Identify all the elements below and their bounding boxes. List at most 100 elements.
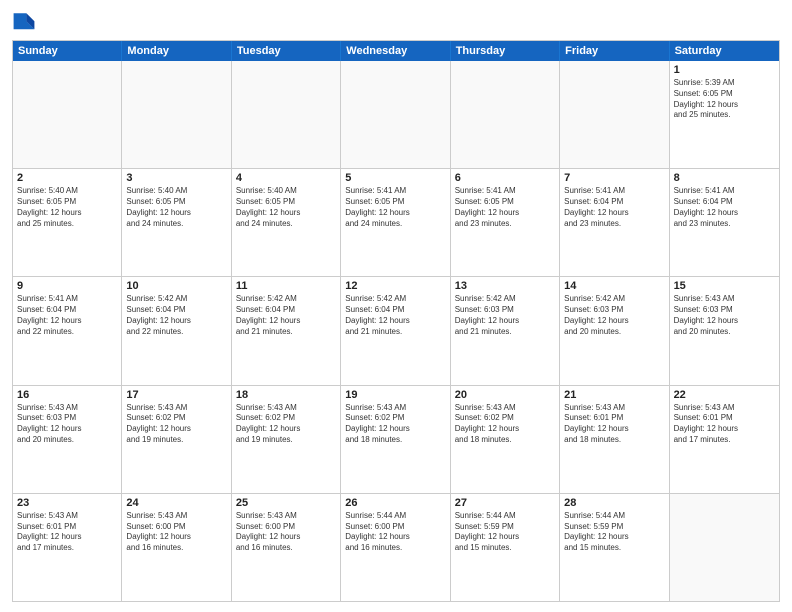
day-number: 26 [345, 497, 445, 509]
calendar-cell: 10Sunrise: 5:42 AM Sunset: 6:04 PM Dayli… [122, 277, 231, 384]
day-info: Sunrise: 5:44 AM Sunset: 5:59 PM Dayligh… [455, 511, 555, 554]
day-number: 18 [236, 389, 336, 401]
calendar-cell: 25 Sunrise: 5:43 AM Sunset: 6:00 PM Dayli… [232, 494, 341, 601]
calendar-cell [122, 61, 231, 168]
day-number: 2 [17, 172, 117, 184]
calendar-row: 1Sunrise: 5:39 AM Sunset: 6:05 PM Daylig… [13, 61, 779, 168]
day-info: Sunrise: 5:41 AM Sunset: 6:04 PM Dayligh… [17, 294, 117, 337]
day-number: 11 [236, 280, 336, 292]
day-number: 12 [345, 280, 445, 292]
day-info: Sunrise: 5:43 AM Sunset: 6:02 PM Dayligh… [236, 403, 336, 446]
day-number: 7 [564, 172, 664, 184]
day-number: 14 [564, 280, 664, 292]
day-info: Sunrise: 5:43 AM Sunset: 6:02 PM Dayligh… [345, 403, 445, 446]
calendar-cell: 21Sunrise: 5:43 AM Sunset: 6:01 PM Dayli… [560, 386, 669, 493]
day-number: 9 [17, 280, 117, 292]
day-number: 10 [126, 280, 226, 292]
day-number: 20 [455, 389, 555, 401]
calendar-cell: 24 Sunrise: 5:43 AM Sunset: 6:00 PM Dayli… [122, 494, 231, 601]
calendar-cell: 1Sunrise: 5:39 AM Sunset: 6:05 PM Daylig… [670, 61, 779, 168]
calendar-cell: 26 Sunrise: 5:44 AM Sunset: 6:00 PM Dayli… [341, 494, 450, 601]
day-number: 22 [674, 389, 775, 401]
day-info: Sunrise: 5:44 AM Sunset: 6:00 PM Dayligh… [345, 511, 445, 554]
calendar-cell: 22 Sunrise: 5:43 AM Sunset: 6:01 PM Dayli… [670, 386, 779, 493]
calendar-row: 16 Sunrise: 5:43 AM Sunset: 6:03 PM Dayli… [13, 385, 779, 493]
weekday-header: Wednesday [341, 41, 450, 61]
day-info: Sunrise: 5:42 AM Sunset: 6:03 PM Dayligh… [564, 294, 664, 337]
calendar-cell: 16 Sunrise: 5:43 AM Sunset: 6:03 PM Dayli… [13, 386, 122, 493]
calendar-cell: 13 Sunrise: 5:42 AM Sunset: 6:03 PM Dayli… [451, 277, 560, 384]
day-info: Sunrise: 5:43 AM Sunset: 6:00 PM Dayligh… [236, 511, 336, 554]
calendar-cell: 14 Sunrise: 5:42 AM Sunset: 6:03 PM Dayli… [560, 277, 669, 384]
calendar-body: 1Sunrise: 5:39 AM Sunset: 6:05 PM Daylig… [13, 61, 779, 601]
calendar-cell: 11 Sunrise: 5:42 AM Sunset: 6:04 PM Dayli… [232, 277, 341, 384]
day-number: 4 [236, 172, 336, 184]
day-info: Sunrise: 5:42 AM Sunset: 6:03 PM Dayligh… [455, 294, 555, 337]
weekday-header: Tuesday [232, 41, 341, 61]
logo-icon [12, 10, 36, 34]
day-number: 19 [345, 389, 445, 401]
calendar-cell: 8 Sunrise: 5:41 AM Sunset: 6:04 PM Daylig… [670, 169, 779, 276]
day-info: Sunrise: 5:41 AM Sunset: 6:05 PM Dayligh… [345, 186, 445, 229]
day-info: Sunrise: 5:41 AM Sunset: 6:04 PM Dayligh… [674, 186, 775, 229]
calendar-cell: 27Sunrise: 5:44 AM Sunset: 5:59 PM Dayli… [451, 494, 560, 601]
day-number: 16 [17, 389, 117, 401]
calendar-cell: 15Sunrise: 5:43 AM Sunset: 6:03 PM Dayli… [670, 277, 779, 384]
weekday-header: Thursday [451, 41, 560, 61]
calendar-cell [13, 61, 122, 168]
calendar-cell: 5 Sunrise: 5:41 AM Sunset: 6:05 PM Daylig… [341, 169, 450, 276]
calendar-cell: 7 Sunrise: 5:41 AM Sunset: 6:04 PM Daylig… [560, 169, 669, 276]
day-info: Sunrise: 5:42 AM Sunset: 6:04 PM Dayligh… [345, 294, 445, 337]
day-info: Sunrise: 5:40 AM Sunset: 6:05 PM Dayligh… [126, 186, 226, 229]
calendar-cell [670, 494, 779, 601]
calendar-cell: 19 Sunrise: 5:43 AM Sunset: 6:02 PM Dayli… [341, 386, 450, 493]
day-info: Sunrise: 5:43 AM Sunset: 6:01 PM Dayligh… [674, 403, 775, 446]
day-number: 17 [126, 389, 226, 401]
calendar-cell: 3 Sunrise: 5:40 AM Sunset: 6:05 PM Daylig… [122, 169, 231, 276]
calendar-row: 23 Sunrise: 5:43 AM Sunset: 6:01 PM Dayli… [13, 493, 779, 601]
page: SundayMondayTuesdayWednesdayThursdayFrid… [0, 0, 792, 612]
day-number: 24 [126, 497, 226, 509]
day-info: Sunrise: 5:43 AM Sunset: 6:01 PM Dayligh… [17, 511, 117, 554]
logo [12, 10, 40, 34]
day-info: Sunrise: 5:41 AM Sunset: 6:05 PM Dayligh… [455, 186, 555, 229]
day-info: Sunrise: 5:41 AM Sunset: 6:04 PM Dayligh… [564, 186, 664, 229]
day-number: 6 [455, 172, 555, 184]
calendar-cell: 23 Sunrise: 5:43 AM Sunset: 6:01 PM Dayli… [13, 494, 122, 601]
day-info: Sunrise: 5:39 AM Sunset: 6:05 PM Dayligh… [674, 78, 775, 121]
calendar-cell [560, 61, 669, 168]
calendar-cell [451, 61, 560, 168]
calendar-cell [341, 61, 450, 168]
day-info: Sunrise: 5:40 AM Sunset: 6:05 PM Dayligh… [17, 186, 117, 229]
day-info: Sunrise: 5:43 AM Sunset: 6:00 PM Dayligh… [126, 511, 226, 554]
day-info: Sunrise: 5:43 AM Sunset: 6:03 PM Dayligh… [17, 403, 117, 446]
day-info: Sunrise: 5:40 AM Sunset: 6:05 PM Dayligh… [236, 186, 336, 229]
weekday-header: Friday [560, 41, 669, 61]
header [12, 10, 780, 34]
day-number: 8 [674, 172, 775, 184]
day-number: 23 [17, 497, 117, 509]
calendar-cell: 18 Sunrise: 5:43 AM Sunset: 6:02 PM Dayli… [232, 386, 341, 493]
day-number: 15 [674, 280, 775, 292]
day-info: Sunrise: 5:43 AM Sunset: 6:01 PM Dayligh… [564, 403, 664, 446]
calendar-cell: 6 Sunrise: 5:41 AM Sunset: 6:05 PM Daylig… [451, 169, 560, 276]
calendar-cell: 4 Sunrise: 5:40 AM Sunset: 6:05 PM Daylig… [232, 169, 341, 276]
calendar-row: 2 Sunrise: 5:40 AM Sunset: 6:05 PM Daylig… [13, 168, 779, 276]
day-number: 3 [126, 172, 226, 184]
calendar-cell: 9 Sunrise: 5:41 AM Sunset: 6:04 PM Daylig… [13, 277, 122, 384]
calendar-cell [232, 61, 341, 168]
day-number: 13 [455, 280, 555, 292]
calendar-cell: 17Sunrise: 5:43 AM Sunset: 6:02 PM Dayli… [122, 386, 231, 493]
calendar-row: 9 Sunrise: 5:41 AM Sunset: 6:04 PM Daylig… [13, 276, 779, 384]
calendar: SundayMondayTuesdayWednesdayThursdayFrid… [12, 40, 780, 602]
day-number: 25 [236, 497, 336, 509]
calendar-cell: 2 Sunrise: 5:40 AM Sunset: 6:05 PM Daylig… [13, 169, 122, 276]
calendar-header: SundayMondayTuesdayWednesdayThursdayFrid… [13, 41, 779, 61]
day-info: Sunrise: 5:43 AM Sunset: 6:02 PM Dayligh… [455, 403, 555, 446]
calendar-cell: 20 Sunrise: 5:43 AM Sunset: 6:02 PM Dayli… [451, 386, 560, 493]
day-info: Sunrise: 5:42 AM Sunset: 6:04 PM Dayligh… [236, 294, 336, 337]
day-number: 5 [345, 172, 445, 184]
calendar-cell: 12 Sunrise: 5:42 AM Sunset: 6:04 PM Dayli… [341, 277, 450, 384]
weekday-header: Monday [122, 41, 231, 61]
weekday-header: Saturday [670, 41, 779, 61]
